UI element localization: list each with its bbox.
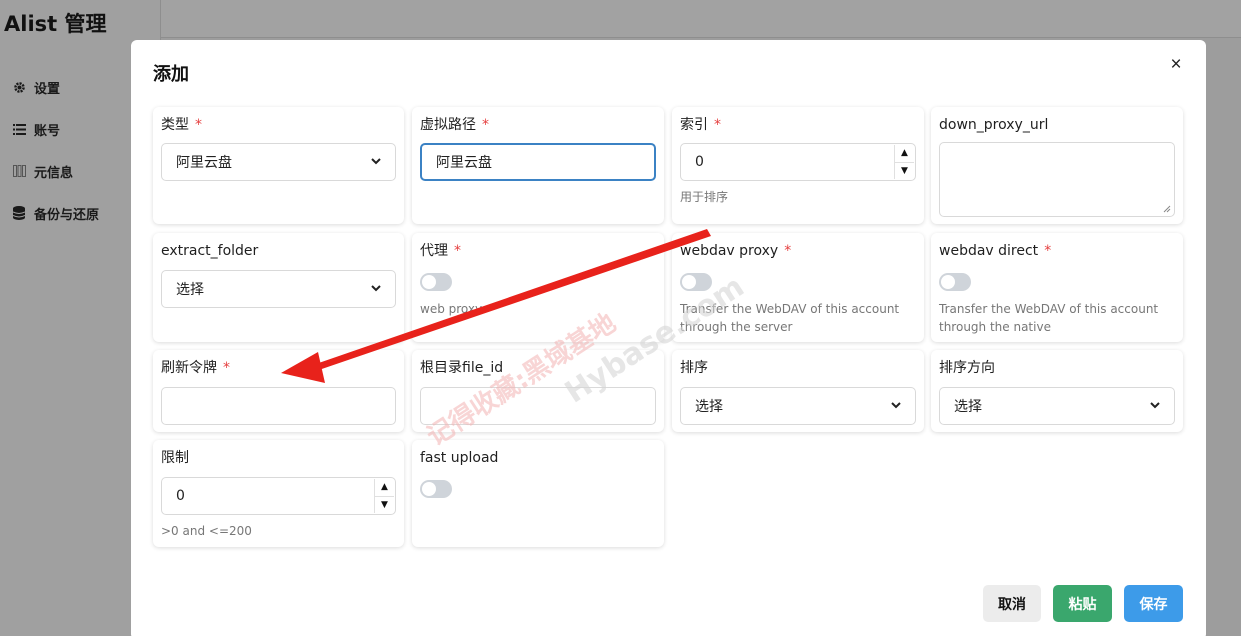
field-label: down_proxy_url	[939, 117, 1049, 133]
resize-handle-icon[interactable]	[1163, 205, 1171, 213]
field-card-index: 索引 * 0 ▲ ▼ 用于排序	[672, 107, 924, 224]
field-label: 排序	[680, 360, 708, 376]
sidebar-item-accounts[interactable]: 账号	[12, 108, 99, 150]
sidebar-nav: 设置 账号 元信息 备份与还原	[12, 66, 99, 234]
field-card-order-by: 排序 选择	[672, 350, 924, 432]
field-card-type: 类型 * 阿里云盘	[153, 107, 404, 224]
field-label: extract_folder	[161, 243, 259, 259]
gear-icon	[12, 80, 26, 94]
field-label: 索引	[680, 117, 708, 133]
modal-title: 添加	[153, 64, 189, 85]
stepper-up-icon[interactable]: ▲	[895, 145, 914, 163]
database-icon	[12, 206, 26, 220]
type-select[interactable]: 阿里云盘	[161, 143, 396, 181]
type-select-value: 阿里云盘	[176, 155, 232, 171]
index-number-input[interactable]: 0 ▲ ▼	[680, 143, 916, 181]
field-card-root-folder-file-id: 根目录file_id	[412, 350, 664, 432]
chevron-down-icon	[371, 158, 381, 165]
webdav-proxy-hint: Transfer the WebDAV of this account thro…	[680, 302, 900, 334]
save-button[interactable]: 保存	[1124, 585, 1183, 622]
fast-upload-toggle[interactable]	[420, 480, 452, 498]
sidebar-item-label: 设置	[34, 81, 61, 97]
required-marker: *	[482, 117, 489, 133]
stepper-down-icon[interactable]: ▼	[375, 497, 394, 514]
add-storage-modal: 添加 × 类型 * 阿里云盘 虚拟路径 * 阿里云盘 索引 * 0 ▲ ▼ 用于排序 …	[131, 40, 1206, 636]
limit-stepper[interactable]: ▲ ▼	[374, 479, 394, 513]
stepper-down-icon[interactable]: ▼	[895, 163, 914, 180]
field-label: 代理	[420, 243, 448, 259]
sidebar-item-settings[interactable]: 设置	[12, 66, 99, 108]
field-card-webdav-direct: webdav direct * Transfer the WebDAV of th…	[931, 233, 1183, 342]
close-button[interactable]: ×	[1164, 53, 1188, 77]
index-stepper[interactable]: ▲ ▼	[894, 145, 914, 179]
field-label: 限制	[161, 450, 189, 466]
webdav-direct-toggle[interactable]	[939, 273, 971, 291]
chevron-down-icon	[891, 402, 901, 409]
order-direction-value: 选择	[954, 399, 982, 415]
field-card-refresh-token: 刷新令牌 *	[153, 350, 404, 432]
extract-folder-value: 选择	[176, 282, 204, 298]
paste-button[interactable]: 粘贴	[1053, 585, 1112, 622]
field-label: 类型	[161, 117, 189, 133]
limit-number-input[interactable]: 0 ▲ ▼	[161, 477, 396, 515]
field-card-fast-upload: fast upload	[412, 440, 664, 547]
refresh-token-input[interactable]	[161, 387, 396, 425]
root-folder-file-id-input[interactable]	[420, 387, 656, 425]
field-label: 虚拟路径	[420, 117, 476, 133]
field-card-limit: 限制 0 ▲ ▼ >0 and <=200	[153, 440, 404, 547]
sidebar-item-backup[interactable]: 备份与还原	[12, 192, 99, 234]
required-marker: *	[1044, 243, 1052, 259]
virtual-path-value: 阿里云盘	[436, 155, 492, 171]
index-hint: 用于排序	[680, 190, 729, 204]
field-card-webdav-proxy: webdav proxy * Transfer the WebDAV of thi…	[672, 233, 924, 342]
field-card-extract-folder: extract_folder 选择	[153, 233, 404, 342]
top-bar	[161, 0, 1241, 38]
required-marker: *	[784, 243, 792, 259]
cancel-button[interactable]: 取消	[983, 585, 1041, 622]
required-marker: *	[195, 117, 202, 133]
field-label: fast upload	[420, 450, 499, 466]
field-card-proxy: 代理 * web proxy	[412, 233, 664, 342]
order-direction-select[interactable]: 选择	[939, 387, 1175, 425]
order-by-value: 选择	[695, 399, 723, 415]
required-marker: *	[223, 360, 230, 376]
down-proxy-url-textarea[interactable]	[939, 142, 1175, 217]
app-title: Alist 管理	[4, 12, 107, 36]
virtual-path-input[interactable]: 阿里云盘	[420, 143, 656, 181]
limit-value: 0	[176, 488, 185, 504]
index-value: 0	[695, 154, 704, 170]
stepper-up-icon[interactable]: ▲	[375, 479, 394, 497]
columns-icon	[12, 164, 26, 178]
sidebar-item-label: 备份与还原	[34, 207, 100, 223]
field-card-order-direction: 排序方向 选择	[931, 350, 1183, 432]
sidebar-item-label: 元信息	[34, 165, 74, 181]
proxy-toggle[interactable]	[420, 273, 452, 291]
sidebar-item-meta[interactable]: 元信息	[12, 150, 99, 192]
field-label: 根目录file_id	[420, 360, 504, 376]
field-card-virtual-path: 虚拟路径 * 阿里云盘	[412, 107, 664, 224]
field-card-down-proxy-url: down_proxy_url	[931, 107, 1183, 224]
extract-folder-select[interactable]: 选择	[161, 270, 396, 308]
proxy-hint: web proxy	[420, 302, 483, 316]
field-label: webdav proxy	[680, 243, 779, 259]
order-by-select[interactable]: 选择	[680, 387, 916, 425]
field-label: 排序方向	[939, 360, 995, 376]
required-marker: *	[714, 117, 721, 133]
list-icon	[12, 122, 26, 136]
chevron-down-icon	[371, 285, 381, 292]
limit-hint: >0 and <=200	[161, 524, 252, 538]
field-label: webdav direct	[939, 243, 1039, 259]
webdav-direct-hint: Transfer the WebDAV of this account thro…	[939, 302, 1159, 334]
required-marker: *	[454, 243, 461, 259]
sidebar-item-label: 账号	[34, 123, 61, 139]
webdav-proxy-toggle[interactable]	[680, 273, 712, 291]
field-label: 刷新令牌	[161, 360, 217, 376]
chevron-down-icon	[1150, 402, 1160, 409]
